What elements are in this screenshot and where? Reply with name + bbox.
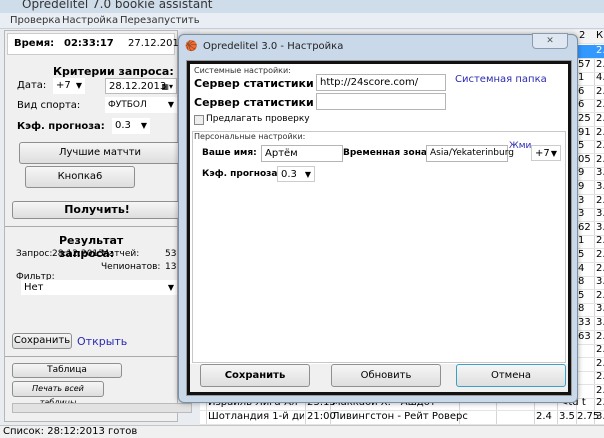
personal-group: Персональные настройки: Ваше имя: Артём … — [192, 131, 566, 363]
refresh-button[interactable]: Обновить — [331, 364, 441, 387]
table-button[interactable]: Таблица — [12, 363, 122, 378]
chevron-down-icon: ▼ — [304, 170, 311, 179]
button6[interactable]: Кнопка6 — [25, 166, 135, 188]
filter-combo[interactable]: Нет ▼ — [21, 280, 177, 295]
tz-combo[interactable]: +7 ▼ — [53, 78, 85, 94]
menu-check[interactable]: Проверка — [10, 15, 61, 26]
chevron-down-icon: ▼ — [167, 100, 174, 109]
dialog-coef-combo[interactable]: 0.3 ▼ — [277, 166, 315, 182]
divider — [5, 226, 177, 227]
timezone-input[interactable]: Asia/Yekaterinburg — [426, 145, 514, 162]
dialog-content: Системные настройки: Сервер статистики №… — [186, 60, 572, 396]
dialog-save-button[interactable]: Сохранить — [200, 364, 310, 387]
menu-settings[interactable]: Настройка — [62, 15, 118, 26]
menu-restart[interactable]: Перезапустить — [120, 15, 200, 26]
clock-bar: Время: 02:33:17 27.12.2013 — [7, 33, 185, 55]
calendar-icon[interactable]: ▦▾ — [161, 79, 173, 95]
close-button[interactable]: ✕ — [532, 33, 568, 49]
open-link[interactable]: Открыть — [77, 335, 127, 348]
main-window-title: Opredelitel 7.0 bookie assistant — [22, 0, 213, 11]
progress-bar — [12, 403, 192, 413]
table-row[interactable]: Шотландия 1-й дивизи21:00 Ливингстон - Р… — [200, 411, 604, 425]
close-icon: ✕ — [546, 36, 554, 46]
best-matches-button[interactable]: Лучшие матчти — [19, 142, 181, 164]
server2-input[interactable] — [316, 93, 446, 110]
settings-dialog: 🏀 Opredelitel 3.0 - Настройка ✕ Системны… — [178, 33, 578, 403]
system-folder-link[interactable]: Системная папка — [455, 74, 547, 85]
chevron-down-icon: ▼ — [140, 121, 147, 130]
tz-offset-combo[interactable]: +7 ▼ — [531, 145, 561, 161]
cancel-button[interactable]: Отмена — [456, 364, 566, 387]
status-bar: Список: 28:12:2013 готов — [0, 425, 604, 438]
suggest-check-checkbox[interactable] — [194, 115, 204, 125]
server1-input[interactable]: http://24score.com/ — [316, 74, 446, 91]
chevron-down-icon: ▼ — [75, 81, 82, 90]
name-input[interactable]: Артём — [261, 145, 343, 162]
press-link[interactable]: Жми — [509, 141, 531, 151]
dialog-title: Opredelitel 3.0 - Настройка — [203, 41, 344, 52]
get-button[interactable]: Получить! — [12, 201, 182, 219]
coef-combo[interactable]: 0.3 ▼ — [112, 118, 150, 134]
print-table-button[interactable]: Печать всей таблицы — [12, 381, 104, 407]
criteria-title: Критерии запроса: — [53, 65, 174, 78]
app-icon: 🏀 — [185, 41, 198, 52]
left-panel: Время: 02:33:17 27.12.2013 Критерии запр… — [4, 30, 192, 422]
sport-combo[interactable]: ФУТБОЛ ▼ — [105, 97, 177, 113]
date-picker[interactable]: 28.12.2013 ▦▾ — [105, 78, 177, 94]
chevron-down-icon: ▼ — [167, 283, 174, 292]
menu-bar: Проверка Настройка Перезапустить — [0, 13, 604, 29]
save-button[interactable]: Сохранить — [12, 333, 72, 349]
status-text: Список: 28:12:2013 готов — [3, 426, 138, 437]
divider — [5, 356, 177, 357]
chevron-down-icon: ▼ — [550, 149, 557, 158]
main-title-bar: Opredelitel 7.0 bookie assistant — [0, 0, 604, 13]
